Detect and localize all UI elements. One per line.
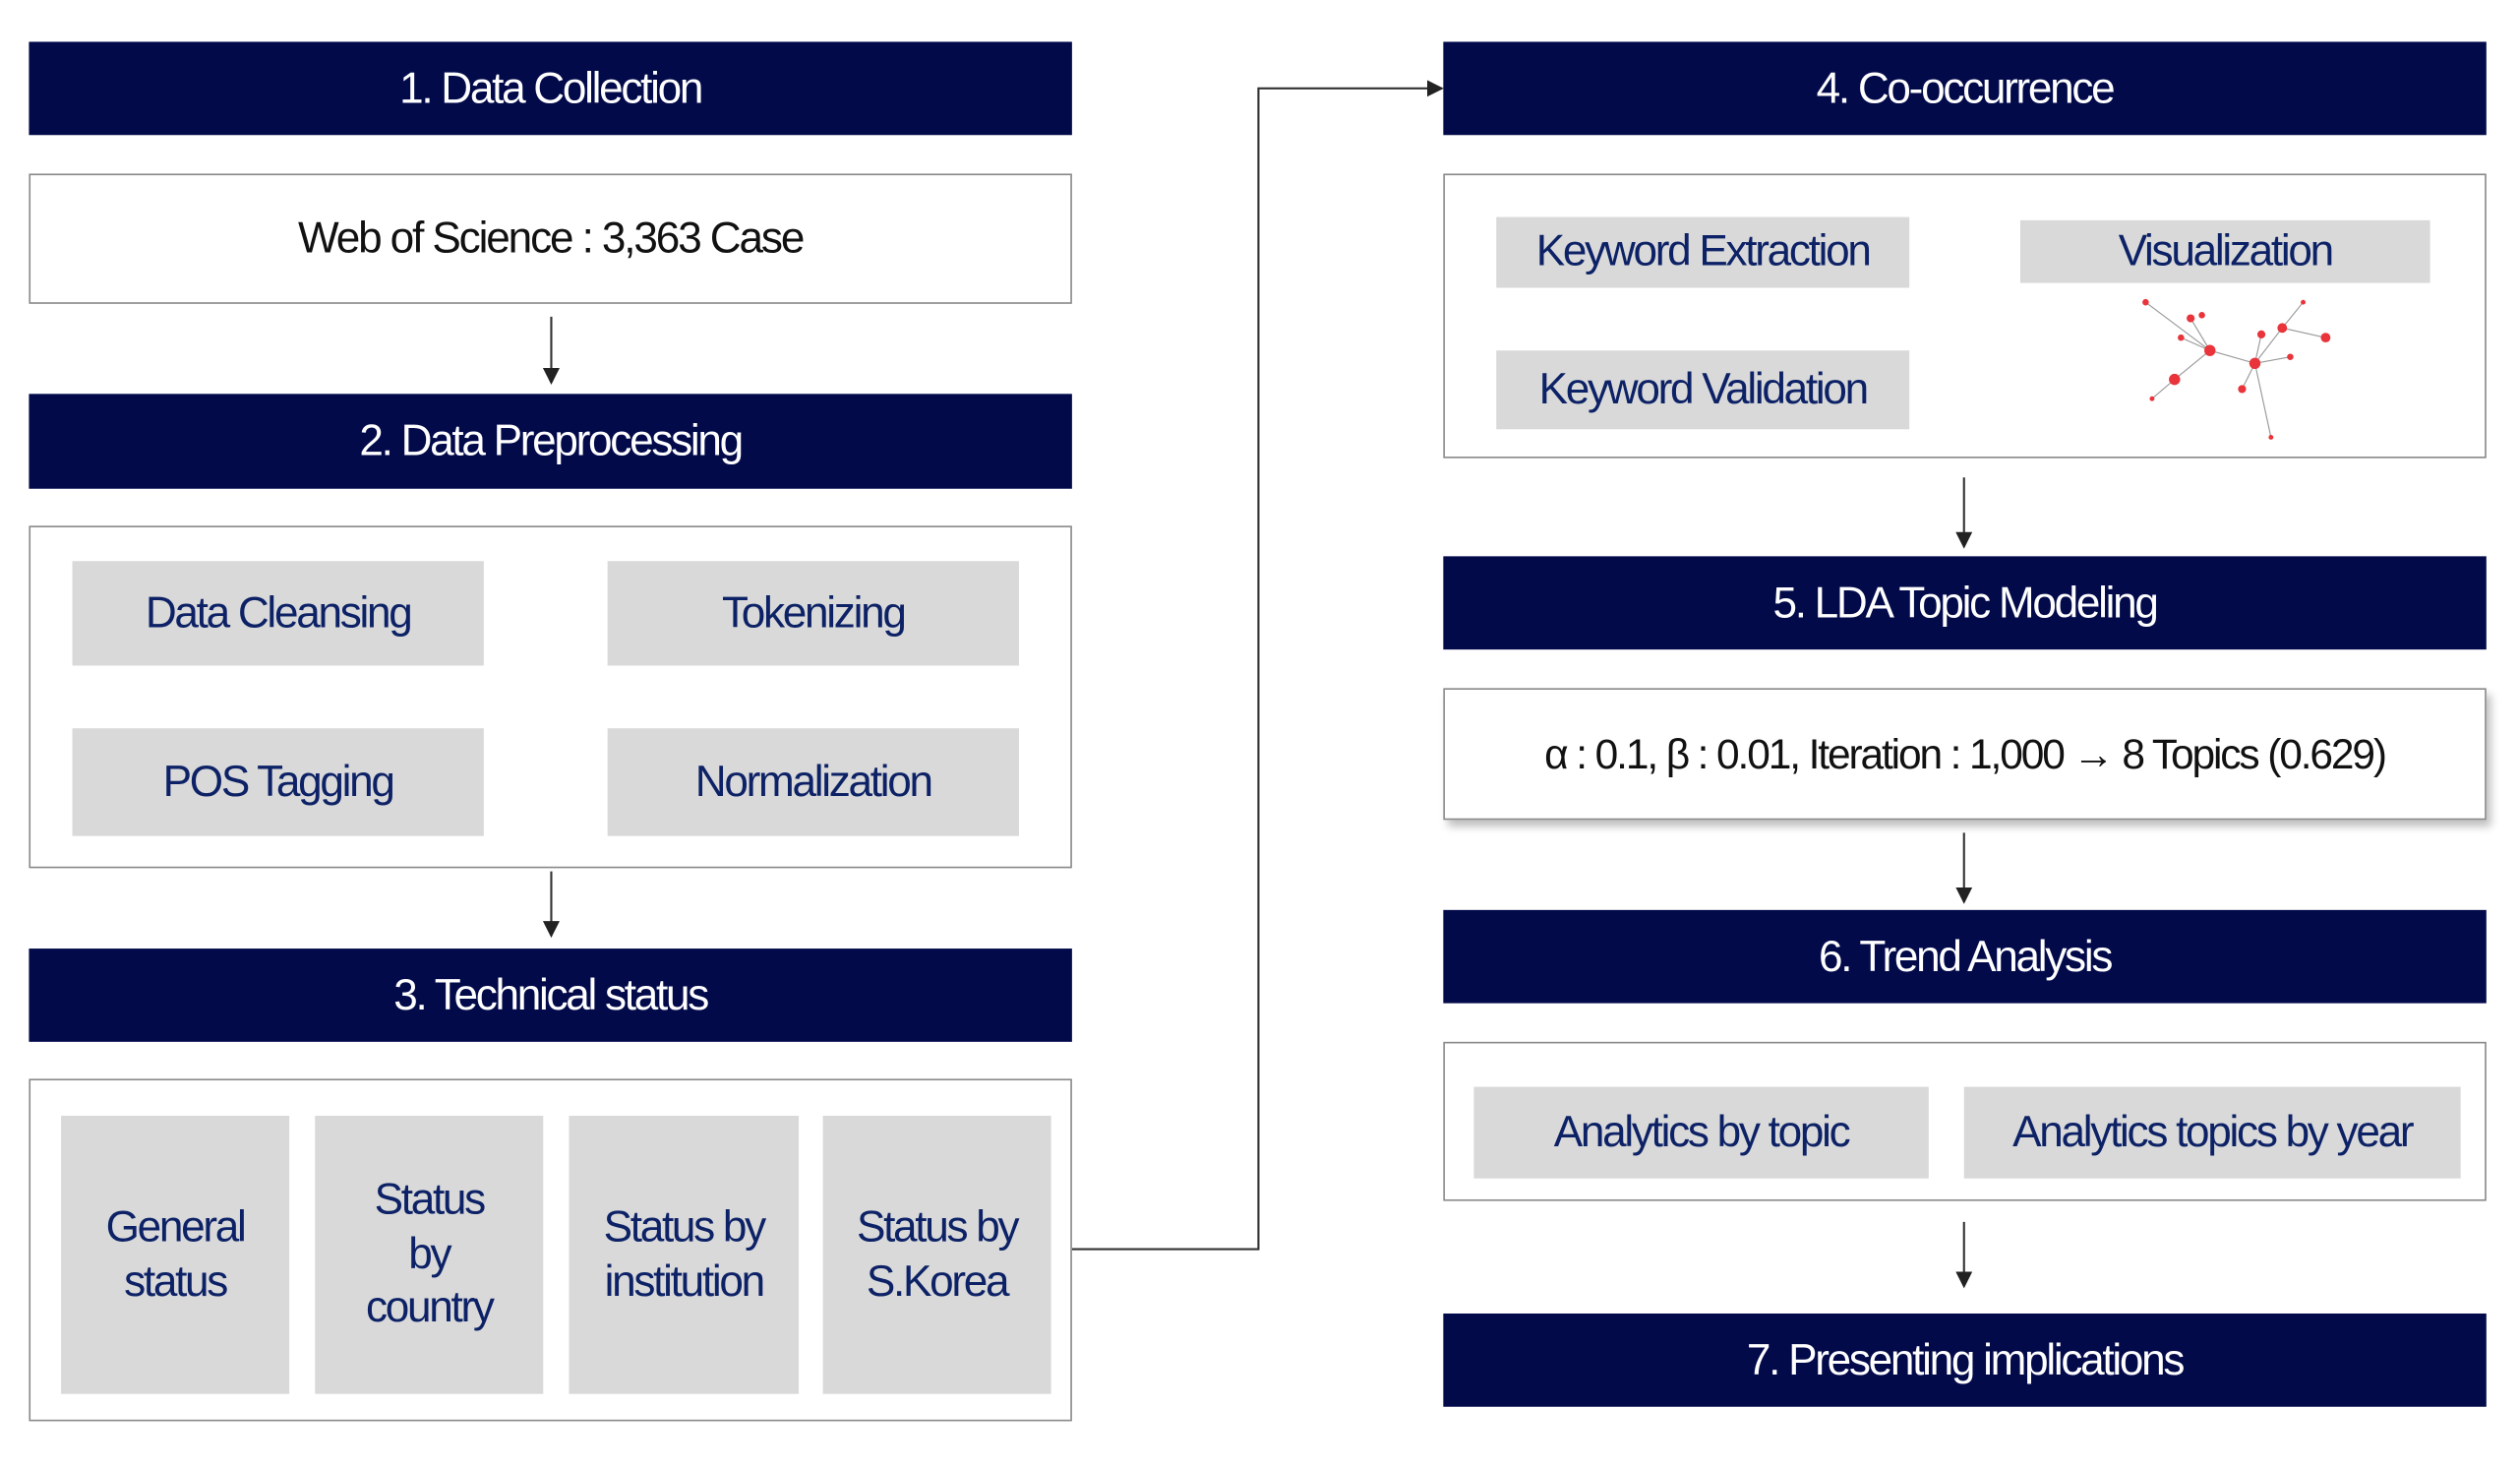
status-by-country: Status by country	[315, 1115, 544, 1394]
keyword-validation: Keyword Validation	[1496, 350, 1910, 430]
tokenizing: Tokenizing	[607, 561, 1019, 666]
status-by-institution: Status by institution	[569, 1115, 800, 1394]
network-nodes	[2142, 298, 2331, 440]
data-source-box: Web of Science : 3,363 Case	[29, 173, 1072, 304]
step6-header: 6. Trend Analysis	[1443, 909, 2487, 1004]
step3-header: 3. Technical status	[29, 949, 1072, 1042]
data-cleansing: Data Cleansing	[72, 561, 484, 666]
analytics-by-topic: Analytics by topic	[1473, 1086, 1929, 1179]
pos-tagging: POS Tagging	[72, 728, 484, 836]
arrow-3-4	[1071, 80, 1444, 1251]
step4-header: 4. Co-occurrence	[1443, 41, 2487, 136]
analytics-topics-by-year: Analytics topics by year	[1963, 1086, 2461, 1179]
status-by-skorea: Status by S.Korea	[822, 1115, 1051, 1394]
network-graph-image	[2142, 298, 2331, 440]
step2-header: 2. Data Preprocessing	[29, 394, 1072, 489]
visualization: Visualization	[2019, 219, 2430, 283]
general-status: General status	[61, 1115, 290, 1394]
step1-header: 1. Data Collection	[29, 41, 1072, 136]
step5-header: 5. LDA Topic Modeling	[1443, 556, 2487, 650]
step7-header: 7. Presenting implications	[1443, 1313, 2487, 1407]
lda-parameters-box: α : 0.1, β : 0.01, Iteration : 1,000 → 8…	[1443, 688, 2487, 821]
keyword-extraction: Keyword Extraction	[1496, 216, 1910, 288]
normalization: Normalization	[607, 728, 1019, 836]
research-flow-diagram: 1. Data Collection Web of Science : 3,36…	[0, 0, 2520, 1469]
